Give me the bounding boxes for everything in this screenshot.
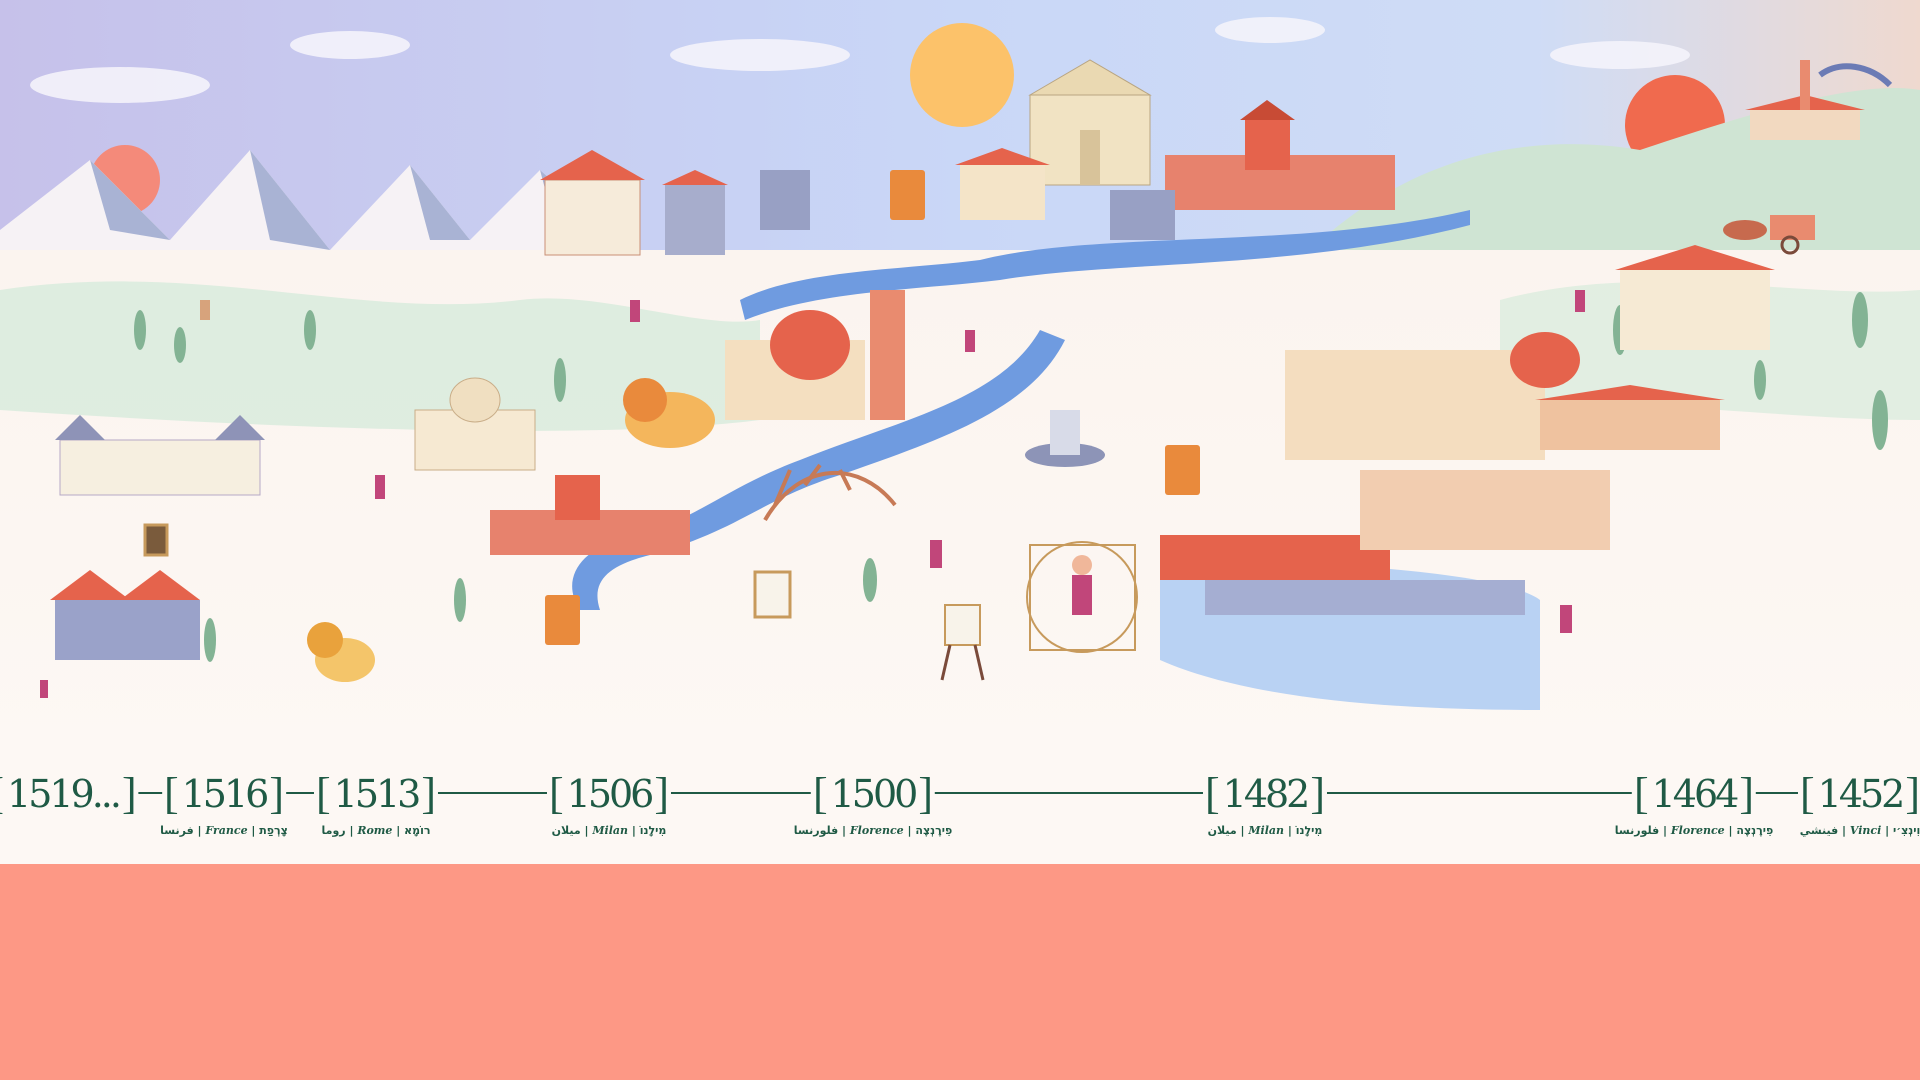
place-label: فرنسا | France | צָרְפַת	[160, 824, 288, 837]
year-label: 1464	[1651, 772, 1740, 816]
notebook-icon	[890, 170, 925, 220]
year-label: 1519...	[7, 772, 122, 816]
timeline-marker-1464[interactable]: [1464] فلورنسا | Florence | פִירֶנְצֶה	[1614, 772, 1774, 838]
timeline-marker-1452[interactable]: [1452] فينشي | Vinci | וִינְצִ׳י	[1797, 772, 1920, 837]
notebook-icon	[545, 595, 580, 645]
place-label: ميلان | Milan | מִילָנוֹ	[1207, 824, 1323, 837]
timeline-marker-1500[interactable]: [1500] فلورنسا | Florence | פִירֶנְצֶה	[793, 772, 953, 838]
place-label: فلورنسا | Florence | פִירֶנְצֶה	[1614, 824, 1774, 837]
timeline-marker-1506[interactable]: [1506] ميلان | Milan | מִילָנוֹ	[546, 772, 672, 837]
year-label: 1516	[181, 772, 270, 816]
sun-icon	[910, 23, 1014, 127]
place-label: ميلان | Milan | מִילָנוֹ	[551, 824, 667, 837]
timeline-marker-1516[interactable]: [1516] فرنسا | France | צָרְפַת	[160, 772, 288, 838]
timeline-marker-1513[interactable]: [1513] روما | Rome | רוֹמָא	[313, 772, 439, 837]
timeline: [1519...] [1516] فرنسا | France | צָרְפַ…	[0, 760, 1920, 864]
timeline-marker-1482[interactable]: [1482] ميلان | Milan | מִילָנוֹ	[1202, 772, 1328, 837]
mona-lisa-icon	[143, 523, 169, 557]
timeline-marker-1519[interactable]: [1519...]	[0, 772, 139, 816]
portrait-frame	[753, 570, 792, 619]
notebook-icon	[1165, 445, 1200, 495]
year-label: 1500	[830, 772, 919, 816]
illustrated-map	[0, 0, 1920, 780]
year-label: 1506	[566, 772, 655, 816]
year-label: 1513	[333, 772, 422, 816]
place-label: فينشي | Vinci | וִינְצִ׳י	[1799, 824, 1920, 837]
year-label: 1482	[1222, 772, 1311, 816]
place-label: روما | Rome | רוֹמָא	[321, 824, 431, 837]
place-label: فلورنسا | Florence | פִירֶנְצֶה	[793, 824, 953, 837]
year-label: 1452	[1817, 772, 1906, 816]
bottom-band	[0, 864, 1920, 1080]
